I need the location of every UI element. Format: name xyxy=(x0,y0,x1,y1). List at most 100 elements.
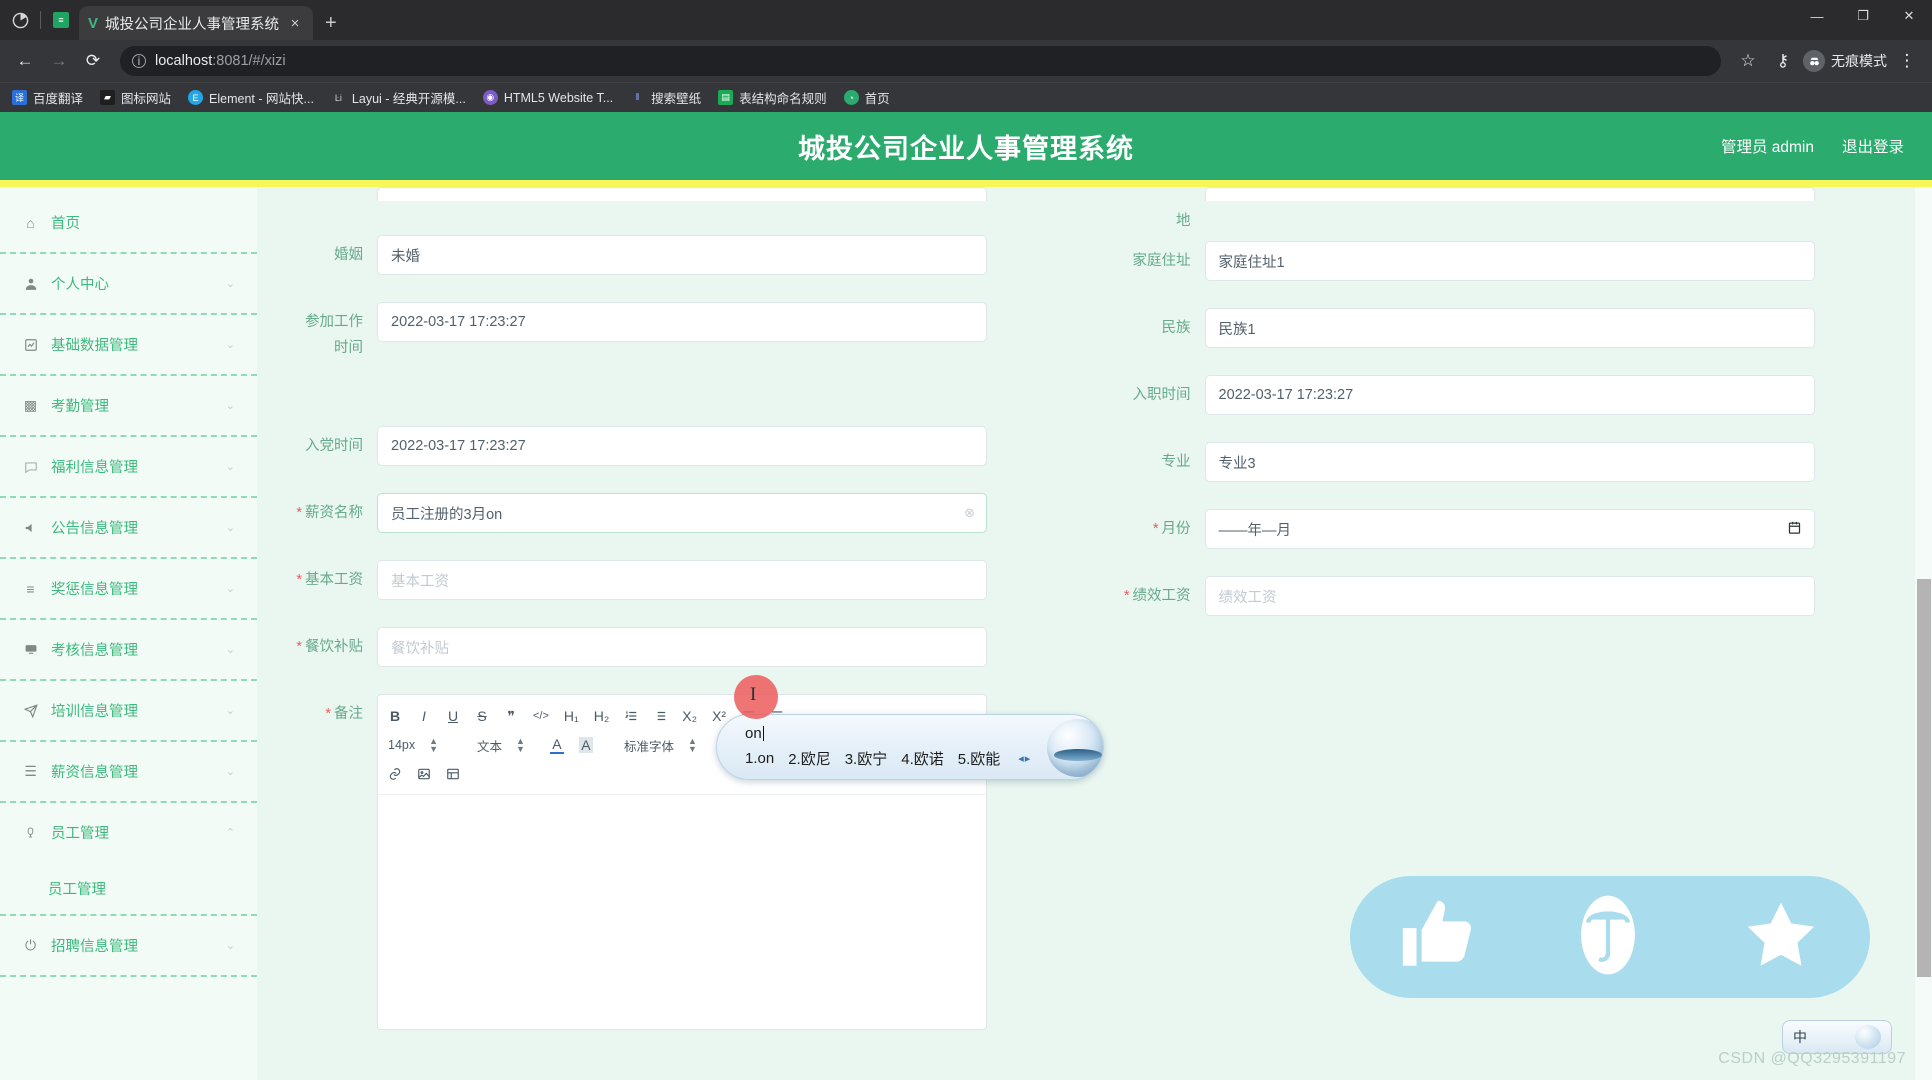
ime-candidate-popup[interactable]: on 1.on 2.欧尼 3.欧宁 4.欧诺 5.欧能 ◂▸ xyxy=(716,714,1104,780)
browser-window: ≡ V 城投公司企业人事管理系统 × + — ❐ ✕ ← → ⟳ i local… xyxy=(0,0,1932,1080)
sidebar-item-announcement[interactable]: 公告信息管理 ⌄ xyxy=(0,498,257,557)
blockquote-icon[interactable]: ❞ xyxy=(504,708,518,725)
sidebar-item-attendance[interactable]: ▩ 考勤管理 ⌄ xyxy=(0,376,257,435)
bookmark-star-icon[interactable]: ☆ xyxy=(1733,46,1763,76)
scrollbar-thumb[interactable] xyxy=(1917,579,1931,977)
incognito-indicator[interactable]: 无痕模式 xyxy=(1803,50,1887,72)
underline-icon[interactable]: U xyxy=(446,708,460,724)
sidebar-item-salary[interactable]: ☰ 薪资信息管理 ⌄ xyxy=(0,742,257,801)
subscript-icon[interactable]: X₂ xyxy=(682,708,697,724)
calendar-icon[interactable] xyxy=(1787,520,1802,539)
table-icon[interactable] xyxy=(446,767,460,781)
bookmark-label: 图标网站 xyxy=(121,92,172,106)
form-row-performance-salary: * 绩效工资 绩效工资 xyxy=(1095,576,1932,616)
sidebar-item-assessment[interactable]: 考核信息管理 ⌄ xyxy=(0,620,257,679)
sidebar-item-home[interactable]: ⌂ 首页 xyxy=(0,193,257,252)
close-icon[interactable]: × xyxy=(286,15,304,32)
font-family-select[interactable]: 标准字体 ▲ ▼ xyxy=(624,736,697,755)
meal-allowance-input[interactable]: 餐饮补贴 xyxy=(377,627,987,667)
image-icon[interactable] xyxy=(417,767,431,781)
party-join-time-input[interactable]: 2022-03-17 17:23:27 xyxy=(377,426,987,466)
font-color-icon[interactable]: A xyxy=(549,736,564,754)
truncated-input[interactable] xyxy=(1204,187,1815,201)
major-input[interactable]: 专业3 xyxy=(1204,442,1815,482)
sidebar-item-label: 培训信息管理 xyxy=(51,704,138,720)
bullet-list-icon[interactable] xyxy=(653,709,667,723)
ethnicity-input[interactable]: 民族1 xyxy=(1204,308,1815,348)
link-icon[interactable] xyxy=(388,767,402,781)
marriage-input[interactable]: 未婚 xyxy=(377,235,987,275)
form-column-left: 婚姻 未婚 参加工作 时间 2022-03-17 17:23:27 入党时间 20… xyxy=(257,187,1095,1057)
italic-icon[interactable]: I xyxy=(417,708,431,724)
new-tab-button[interactable]: + xyxy=(325,12,337,35)
bookmark-item[interactable]: ◔ 首页 xyxy=(843,88,890,107)
highlight-color-icon[interactable]: A xyxy=(578,737,593,753)
back-icon[interactable]: ← xyxy=(10,46,40,76)
month-picker-input[interactable]: ——年—月 xyxy=(1204,509,1815,549)
thumbs-up-icon[interactable] xyxy=(1396,894,1478,981)
text-style-select[interactable]: 文本 ▲ ▼ xyxy=(477,736,525,755)
sidebar-item-reward-punish[interactable]: ≡ 奖惩信息管理 ⌄ xyxy=(0,559,257,618)
code-icon[interactable]: </> xyxy=(533,710,549,722)
required-marker: * xyxy=(1123,588,1130,604)
work-start-time-input[interactable]: 2022-03-17 17:23:27 xyxy=(377,302,987,342)
logout-link[interactable]: 退出登录 xyxy=(1842,135,1904,157)
bookmark-item[interactable]: ▤ 表结构命名规则 xyxy=(718,88,827,107)
minimize-button[interactable]: — xyxy=(1794,0,1840,32)
address-bar[interactable]: i localhost:8081/#/xizi xyxy=(120,46,1721,76)
hire-date-input[interactable]: 2022-03-17 17:23:27 xyxy=(1204,375,1815,415)
vue-icon: V xyxy=(88,14,99,32)
ime-candidate[interactable]: 2.欧尼 xyxy=(788,748,831,769)
bookmark-item[interactable]: 译百度翻译 xyxy=(12,88,83,107)
bookmark-item[interactable]: Ŀi Layui - 经典开源模... xyxy=(331,88,466,107)
home-address-input[interactable]: 家庭住址1 xyxy=(1204,241,1815,281)
sidebar-item-welfare[interactable]: 福利信息管理 ⌄ xyxy=(0,437,257,496)
truncated-input[interactable] xyxy=(377,187,987,201)
heading-2-icon[interactable]: H₂ xyxy=(594,708,610,724)
ime-candidate[interactable]: 5.欧能 xyxy=(958,748,1001,769)
sidebar-item-personal-center[interactable]: 个人中心 ⌄ xyxy=(0,254,257,313)
forward-icon[interactable]: → xyxy=(44,46,74,76)
sidebar-subitem-employee-management[interactable]: 员工管理 xyxy=(0,862,257,914)
pinned-tab-icon[interactable]: ≡ xyxy=(51,10,71,30)
browser-tab[interactable]: V 城投公司企业人事管理系统 × xyxy=(79,6,314,40)
remark-editor-body[interactable] xyxy=(378,795,986,1029)
password-key-icon[interactable]: ⚷ xyxy=(1768,46,1798,76)
heading-1-icon[interactable]: H₁ xyxy=(564,708,579,724)
sidebar-item-recruitment[interactable]: ⏻ 招聘信息管理 ⌄ xyxy=(0,916,257,975)
bookmark-item[interactable]: ◉ HTML5 Website T... xyxy=(482,90,613,105)
form-row-address-continuation: 地 xyxy=(1095,211,1932,231)
maximize-button[interactable]: ❐ xyxy=(1840,0,1886,32)
ime-candidate[interactable]: 4.欧诺 xyxy=(901,748,944,769)
bold-icon[interactable]: B xyxy=(388,708,402,724)
umbrella-icon[interactable] xyxy=(1569,892,1647,983)
star-icon[interactable] xyxy=(1738,894,1824,981)
salary-name-input[interactable]: 员工注册的3月on ⊗ xyxy=(377,493,987,533)
sidebar-item-training[interactable]: 培训信息管理 ⌄ xyxy=(0,681,257,740)
bookmark-item[interactable]: ▰ 图标网站 xyxy=(100,88,171,107)
performance-salary-input[interactable]: 绩效工资 xyxy=(1204,576,1815,616)
ime-candidate[interactable]: 1.on xyxy=(745,750,774,767)
base-salary-input[interactable]: 基本工资 xyxy=(377,560,987,600)
user-icon xyxy=(22,277,39,291)
ime-page-nav[interactable]: ◂▸ xyxy=(1018,752,1031,765)
field-label: * 基本工资 xyxy=(296,572,363,588)
bookmark-item[interactable]: E Element - 网站快... xyxy=(188,88,314,107)
ime-candidate[interactable]: 3.欧宁 xyxy=(845,748,888,769)
home-icon: ⌂ xyxy=(26,214,35,231)
sidebar-item-employee[interactable]: 员工管理 ⌃ xyxy=(0,803,257,862)
ime-mode-label[interactable]: 中 xyxy=(1793,1027,1807,1047)
ime-status-bar[interactable]: 中 xyxy=(1782,1020,1892,1054)
page-scrollbar[interactable] xyxy=(1915,187,1932,1080)
close-window-button[interactable]: ✕ xyxy=(1886,0,1932,32)
chrome-menu-icon[interactable]: ⋮ xyxy=(1892,46,1922,76)
clear-icon[interactable]: ⊗ xyxy=(964,505,975,521)
bookmark-item[interactable]: ⦀ 搜索壁纸 xyxy=(630,88,702,107)
font-size-select[interactable]: 14px ▲ ▼ xyxy=(388,737,438,754)
site-info-icon[interactable]: i xyxy=(132,54,146,68)
sidebar-item-basic-data[interactable]: 基础数据管理 ⌄ xyxy=(0,315,257,374)
strikethrough-icon[interactable]: S xyxy=(475,708,489,724)
ordered-list-icon[interactable] xyxy=(624,709,638,723)
chrome-app-icon[interactable] xyxy=(10,10,30,30)
reload-icon[interactable]: ⟳ xyxy=(78,46,108,76)
